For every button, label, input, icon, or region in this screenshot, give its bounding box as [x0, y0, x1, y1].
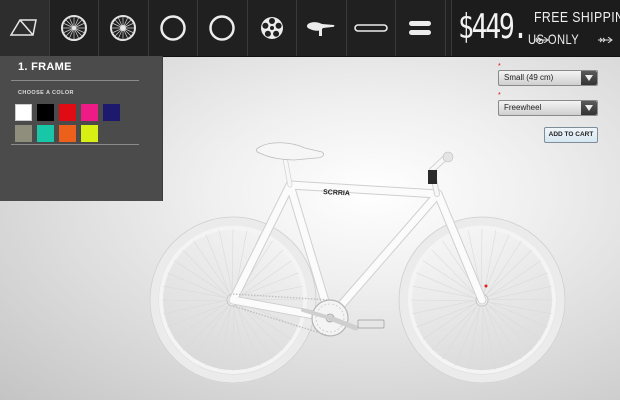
color-swatch[interactable] [59, 104, 76, 121]
spoke [485, 302, 533, 351]
spoke [486, 260, 542, 299]
saddle [255, 142, 324, 161]
spoke [182, 303, 231, 351]
spoke [205, 304, 233, 366]
size-select[interactable]: Small (49 cm) [498, 70, 598, 86]
drivetrain-select[interactable]: Freewheel [498, 100, 598, 116]
spoke [173, 260, 230, 297]
spoke [182, 249, 230, 298]
add-to-cart-button[interactable]: ADD TO CART [544, 127, 598, 143]
drivetrain-select-value: Freewheel [504, 103, 542, 112]
spoke [163, 285, 229, 299]
color-swatch[interactable] [81, 125, 98, 142]
spoke [422, 301, 478, 340]
color-swatch[interactable] [103, 104, 120, 121]
spoke [486, 298, 554, 301]
spoke [485, 240, 522, 297]
size-select-value: Small (49 cm) [504, 73, 554, 82]
spoke [412, 285, 478, 299]
spoke [483, 304, 522, 360]
color-swatch[interactable] [37, 125, 54, 142]
color-swatch[interactable] [37, 104, 54, 121]
chevron-down-icon [581, 101, 597, 115]
spoke [481, 304, 484, 372]
spoke [442, 303, 479, 360]
color-swatch[interactable] [59, 125, 76, 142]
handlebar-end [442, 151, 454, 163]
spoke [467, 304, 481, 370]
spoke [485, 303, 542, 340]
spoke [486, 300, 548, 328]
spoke [480, 228, 483, 296]
spoke [410, 299, 478, 302]
color-swatch[interactable] [81, 104, 98, 121]
spoke [231, 228, 234, 296]
spoke [454, 304, 482, 366]
divider [11, 80, 139, 81]
divider [11, 144, 139, 145]
spoke [484, 249, 533, 297]
section-title: 1. FRAME [18, 61, 72, 73]
required-mark: * [498, 63, 501, 70]
spoke [218, 304, 232, 370]
brand-decal: SCRRIA [323, 189, 350, 197]
options-panel: 1. FRAME CHOOSE A COLOR [0, 56, 163, 201]
spoke [193, 240, 232, 296]
color-swatch[interactable] [15, 125, 32, 142]
spoke [167, 272, 229, 300]
spoke [486, 301, 552, 315]
spoke [431, 303, 480, 351]
required-mark: * [498, 92, 501, 99]
spoke [232, 304, 235, 372]
spoke [193, 303, 230, 360]
headset [428, 170, 437, 184]
bike-builder: $449. FREE SHIPPING US ONLY [0, 0, 620, 400]
spoke [161, 299, 229, 302]
choose-color-label: CHOOSE A COLOR [18, 90, 74, 96]
spoke [173, 301, 229, 340]
color-swatch[interactable] [15, 104, 32, 121]
chevron-down-icon [581, 71, 597, 85]
